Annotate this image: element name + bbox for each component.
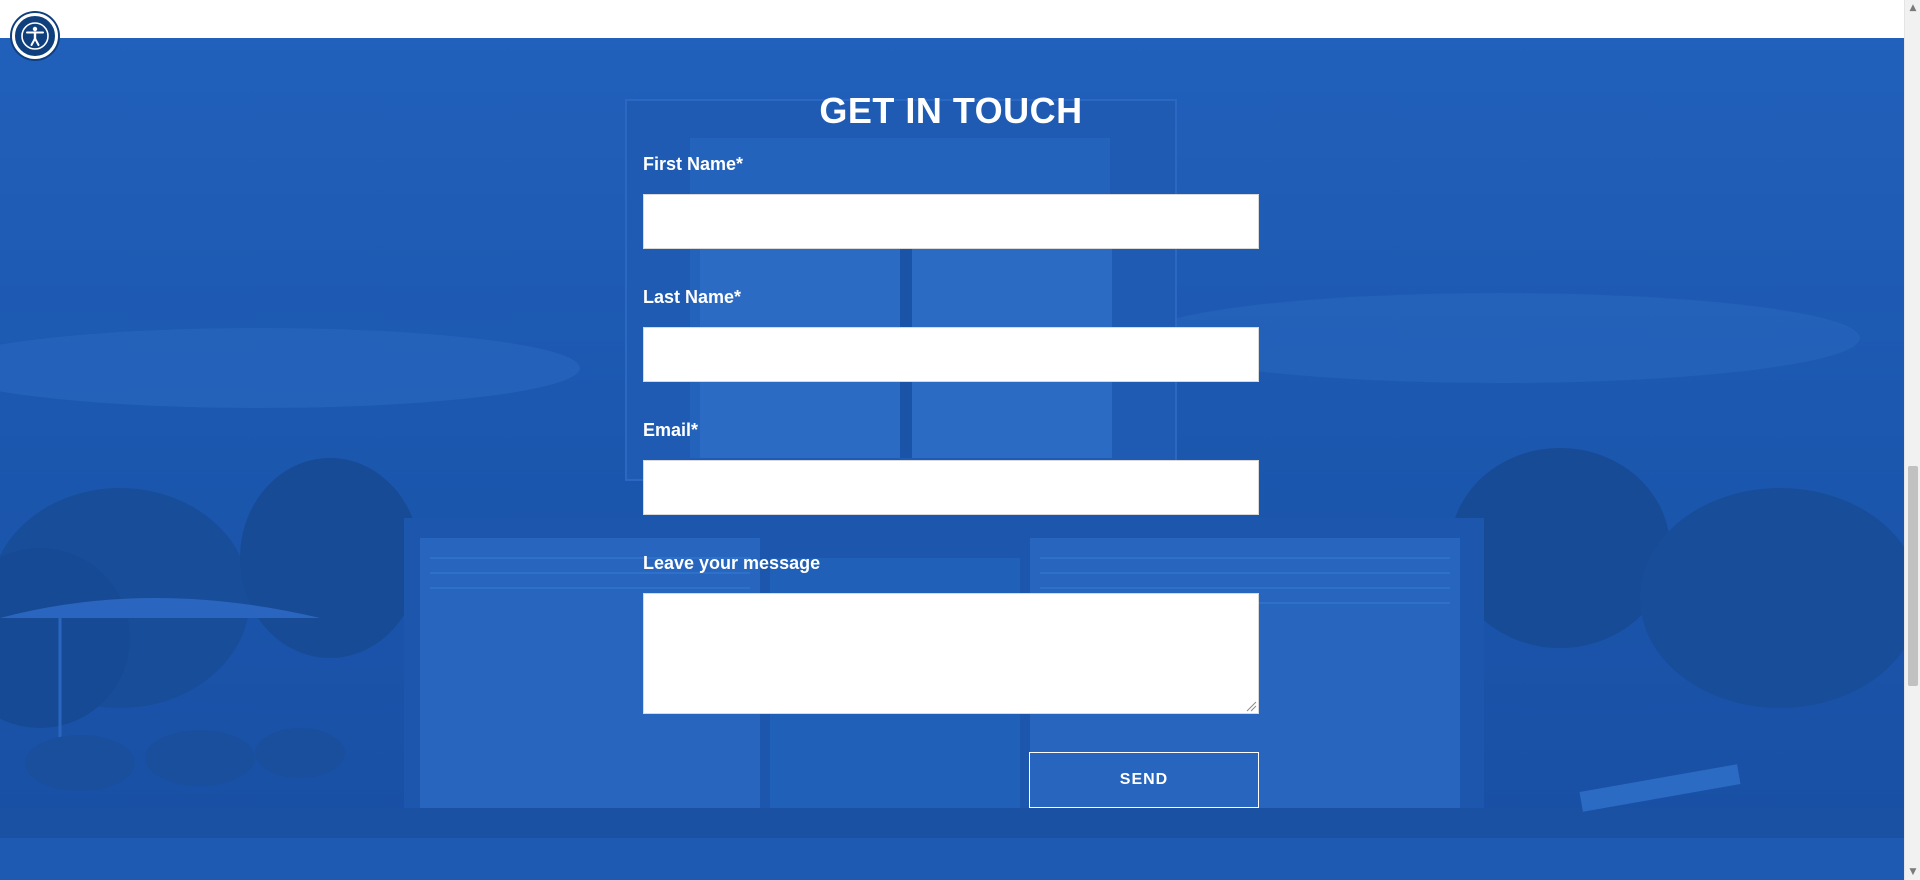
form-title: GET IN TOUCH: [819, 90, 1083, 131]
first-name-input[interactable]: [643, 194, 1259, 249]
scrollbar-thumb[interactable]: [1908, 466, 1918, 686]
header-strip: [0, 0, 1904, 38]
accessibility-icon: [21, 22, 49, 50]
first-name-label: First Name*: [643, 154, 744, 174]
last-name-label: Last Name*: [643, 287, 742, 307]
last-name-input[interactable]: [643, 327, 1259, 382]
send-button[interactable]: SEND: [1029, 752, 1259, 808]
resize-grip-icon[interactable]: [1245, 700, 1257, 712]
email-label: Email*: [643, 420, 699, 440]
email-input[interactable]: [643, 460, 1259, 515]
message-label: Leave your message: [643, 553, 821, 573]
accessibility-button[interactable]: [12, 13, 58, 59]
contact-section: GET IN TOUCH First Name* Last Name* Emai…: [0, 38, 1904, 880]
house-background-image: [0, 38, 1904, 880]
message-textarea[interactable]: [643, 593, 1259, 714]
page-scrollbar[interactable]: ▲ ▼: [1904, 0, 1920, 880]
scroll-down-arrow-icon[interactable]: ▼: [1905, 864, 1920, 880]
scroll-up-arrow-icon[interactable]: ▲: [1905, 0, 1920, 16]
